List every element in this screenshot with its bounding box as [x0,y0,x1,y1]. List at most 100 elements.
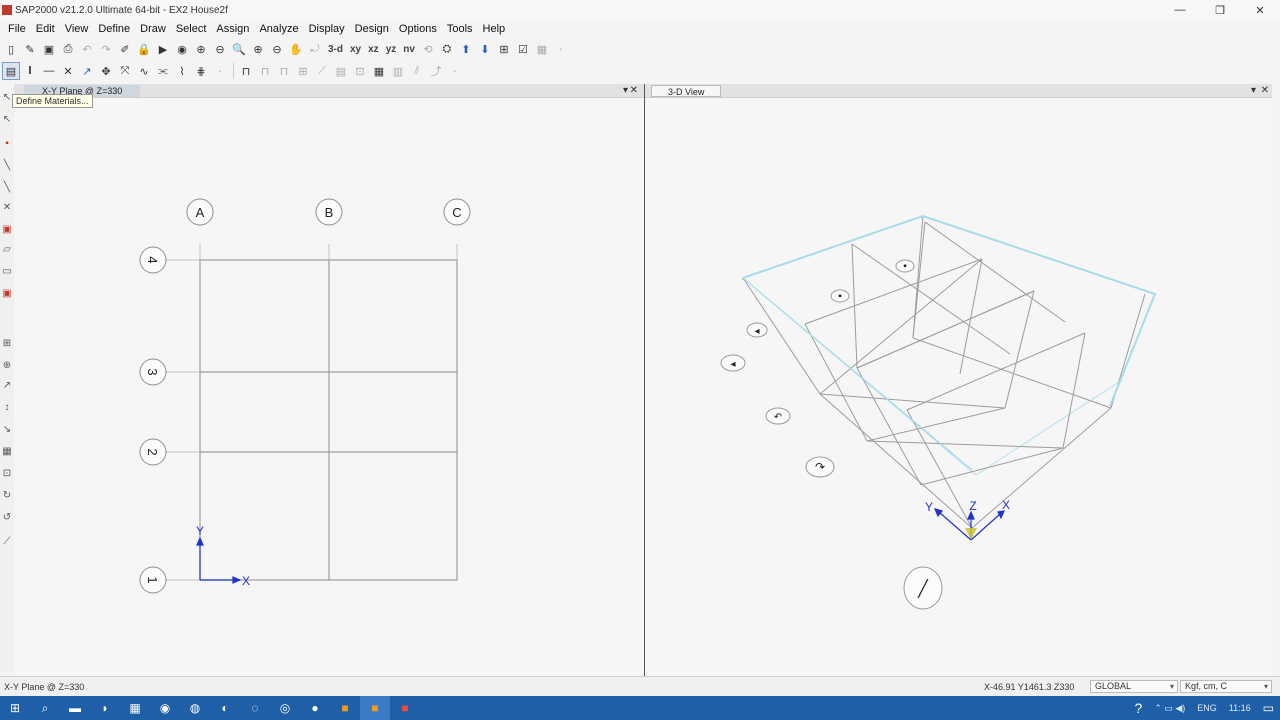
zoom-in-icon[interactable]: 🔍 [230,40,248,58]
load-template-icon[interactable]: ▤ [332,62,350,80]
app-icon-1[interactable]: ◌ [240,696,270,720]
view-yz-button[interactable]: yz [383,40,400,58]
new-model-icon[interactable]: ▯ [2,40,20,58]
pane-menu-icon[interactable]: ▾ [1251,84,1256,98]
menu-display[interactable]: Display [304,23,350,35]
windows-start-icon[interactable]: ⊞ [0,696,30,720]
menu-help[interactable]: Help [478,23,511,35]
move-up-icon[interactable]: ⬆ [457,40,475,58]
menu-options[interactable]: Options [394,23,442,35]
draw-brace-icon[interactable]: ✕ [1,202,13,214]
tank-template-icon[interactable]: ⊡ [351,62,369,80]
move-icon[interactable]: ✥ [97,62,115,80]
grid-icon[interactable]: ⋕ [192,62,210,80]
menu-assign[interactable]: Assign [211,23,254,35]
truss-template-icon[interactable]: ⊞ [294,62,312,80]
plan-view-pane[interactable]: X-Y Plane @ Z=330 ▾ ✕ A B C 4 3 2 1 Y X [14,84,644,676]
pane-close-icon[interactable]: ✕ [630,84,638,98]
curve-icon[interactable]: ∿ [135,62,153,80]
reshape-icon[interactable]: ↖ [1,114,13,126]
toolbar-more-icon[interactable]: ⋅ [552,40,570,58]
draw-toolbar-more-icon[interactable]: ⋅ [446,62,464,80]
close-button[interactable]: ✕ [1240,0,1280,20]
intersecting-line-icon[interactable]: ⟋ [1,536,13,548]
menu-view[interactable]: View [60,23,94,35]
menu-draw[interactable]: Draw [135,23,171,35]
menu-tools[interactable]: Tools [442,23,478,35]
display-options-icon[interactable]: ▦ [533,40,551,58]
stair-template-icon[interactable]: ⟋ [313,62,331,80]
sap2000-taskbar-icon[interactable]: ■ [330,696,360,720]
perspective-icon[interactable]: ⟲ [419,40,437,58]
joint-restraint-icon[interactable]: ↗ [78,62,96,80]
export-icon[interactable]: ⤴ [427,62,445,80]
set-display-icon[interactable]: ⛭ [438,40,456,58]
sap2000-active-taskbar-icon[interactable]: ■ [360,696,390,720]
draw-line-icon[interactable]: ╲ [1,160,13,172]
edge-browser-icon[interactable]: ◗ [90,696,120,720]
undo-icon[interactable]: ↶ [78,40,96,58]
rubber-band-zoom-icon[interactable]: ⊕ [192,40,210,58]
open-icon[interactable]: ✎ [21,40,39,58]
clear-selection-icon[interactable]: ↺ [1,512,13,524]
app-icon-2[interactable]: ◎ [270,696,300,720]
menu-define[interactable]: Define [93,23,135,35]
define-materials-icon[interactable]: ▤ [2,62,20,80]
zoom-window-icon[interactable]: ⊖ [211,40,229,58]
3d-view-canvas[interactable]: ▪ ▪ ◂ ◂ ↶ ↷ ╱ Z Y X [645,98,1272,676]
menu-analyze[interactable]: Analyze [254,23,303,35]
store-icon[interactable]: ▦ [120,696,150,720]
help-icon[interactable]: ? [1129,700,1149,716]
pane-close-icon[interactable]: ✕ [1261,84,1269,98]
menu-select[interactable]: Select [171,23,212,35]
quick-draw-icon[interactable]: ✕ [59,62,77,80]
tray-clock[interactable]: 11:16 [1223,703,1257,713]
draw-joint-icon[interactable]: ▪ [1,138,13,150]
print-icon[interactable]: ⎙ [59,40,77,58]
snap-line-ends-icon[interactable]: ⊕ [1,360,13,372]
view-xy-button[interactable]: xy [347,40,364,58]
draw-solid-icon[interactable]: ▣ [1,288,13,300]
menu-file[interactable]: File [3,23,31,35]
search-icon[interactable]: ⌕ [30,696,60,720]
edge-icon[interactable]: ◐ [210,696,240,720]
app-icon-3[interactable]: ● [300,696,330,720]
3d-view-pane[interactable]: 3-D View ▾ ✕ ▪ ▪ ◂ ◂ ↶ ↷ ╱ Z Y X [645,84,1272,676]
refresh-icon[interactable]: ✐ [116,40,134,58]
menu-edit[interactable]: Edit [31,23,60,35]
plan-view-canvas[interactable]: A B C 4 3 2 1 Y X [14,98,644,676]
draw-rect-area-icon[interactable]: ▭ [1,266,13,278]
check-model-icon[interactable]: ☑ [514,40,532,58]
snap-perpendicular-icon[interactable]: ↘ [1,424,13,436]
view-3d-button[interactable]: 3-d [325,40,346,58]
show-undeformed-icon[interactable]: ⊞ [495,40,513,58]
menu-design[interactable]: Design [350,23,394,35]
rotate-icon[interactable]: ⤾ [306,40,324,58]
notification-icon[interactable]: ▭ [1257,701,1280,715]
run-analysis-icon[interactable]: ▶ [154,40,172,58]
draw-frame-icon[interactable]: — [40,62,58,80]
draw-area-icon[interactable]: ▱ [1,244,13,256]
rotate-axes-icon[interactable]: ⤧ [116,62,134,80]
move-down-icon[interactable]: ⬇ [476,40,494,58]
snap-lines-edges-icon[interactable]: ▦ [1,446,13,458]
view-xz-button[interactable]: xz [365,40,382,58]
select-all-icon[interactable]: ⊡ [1,468,13,480]
file-explorer-icon[interactable]: ▬ [60,696,90,720]
tray-icons[interactable]: ⌃ ▭ ◀) [1148,703,1191,714]
table-icon[interactable]: ▦ [370,62,388,80]
wall-template-icon[interactable]: ⊓ [275,62,293,80]
section-property-icon[interactable]: 𝐈 [21,62,39,80]
3d-view-tab[interactable]: 3-D View [651,85,722,97]
snap-intersection-icon[interactable]: ↕ [1,402,13,414]
coord-system-select[interactable]: GLOBAL ▾ [1090,680,1178,693]
save-icon[interactable]: ▣ [40,40,58,58]
zoom-previous-icon[interactable]: ⊖ [268,40,286,58]
chrome-icon[interactable]: ◉ [150,696,180,720]
run-now-icon[interactable]: ◉ [173,40,191,58]
select-previous-icon[interactable]: ↻ [1,490,13,502]
redo-icon[interactable]: ↷ [97,40,115,58]
pane-menu-icon[interactable]: ▾ [623,84,628,98]
chart-icon[interactable]: ⫽ [408,62,426,80]
units-select[interactable]: Kgf, cm, C ▾ [1180,680,1272,693]
